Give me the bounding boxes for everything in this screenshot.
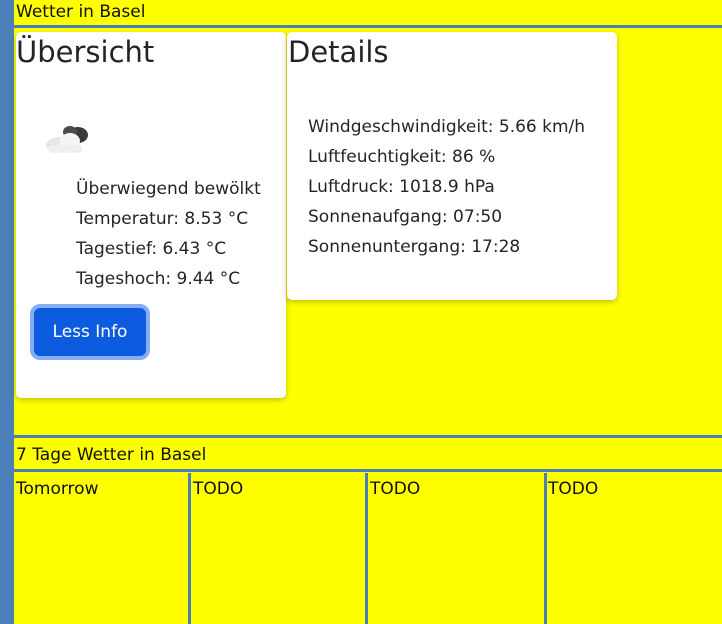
max-temp-text: Tageshoch: 9.44 °C [76, 269, 241, 289]
details-heading: Details [288, 35, 389, 69]
details-info: Windgeschwindigkeit: 5.66 km/h Luftfeuch… [308, 112, 585, 262]
cloud-icon [42, 122, 94, 156]
forecast-day: TODO [193, 479, 244, 499]
column-divider [365, 473, 368, 624]
forecast-day: Tomorrow [16, 479, 99, 499]
pressure-text: Luftdruck: 1018.9 hPa [308, 177, 495, 197]
wind-text: Windgeschwindigkeit: 5.66 km/h [308, 117, 586, 137]
details-card: Details Windgeschwindigkeit: 5.66 km/h L… [287, 32, 617, 300]
condition-text: Überwiegend bewölkt [76, 179, 261, 199]
forecast-title: 7 Tage Wetter in Basel [16, 445, 207, 465]
forecast-day: TODO [548, 479, 599, 499]
left-border [0, 0, 14, 624]
divider-forecast [14, 469, 722, 472]
divider-mid [14, 435, 722, 438]
overview-info: Überwiegend bewölkt Temperatur: 8.53 °C … [76, 174, 261, 294]
temperature-text: Temperatur: 8.53 °C [76, 209, 249, 229]
sunrise-text: Sonnenaufgang: 07:50 [308, 207, 503, 227]
page-title: Wetter in Basel [16, 2, 146, 22]
sunset-text: Sonnenuntergang: 17:28 [308, 237, 521, 257]
column-divider [544, 473, 547, 624]
forecast-day: TODO [370, 479, 421, 499]
column-divider [188, 473, 191, 624]
min-temp-text: Tagestief: 6.43 °C [76, 239, 227, 259]
overview-card: Übersicht Überwiegend bewölkt Temperatur… [16, 32, 286, 398]
humidity-text: Luftfeuchtigkeit: 86 % [308, 147, 496, 167]
overview-heading: Übersicht [16, 35, 155, 69]
divider-top [14, 25, 722, 28]
less-info-button[interactable]: Less Info [34, 308, 146, 356]
